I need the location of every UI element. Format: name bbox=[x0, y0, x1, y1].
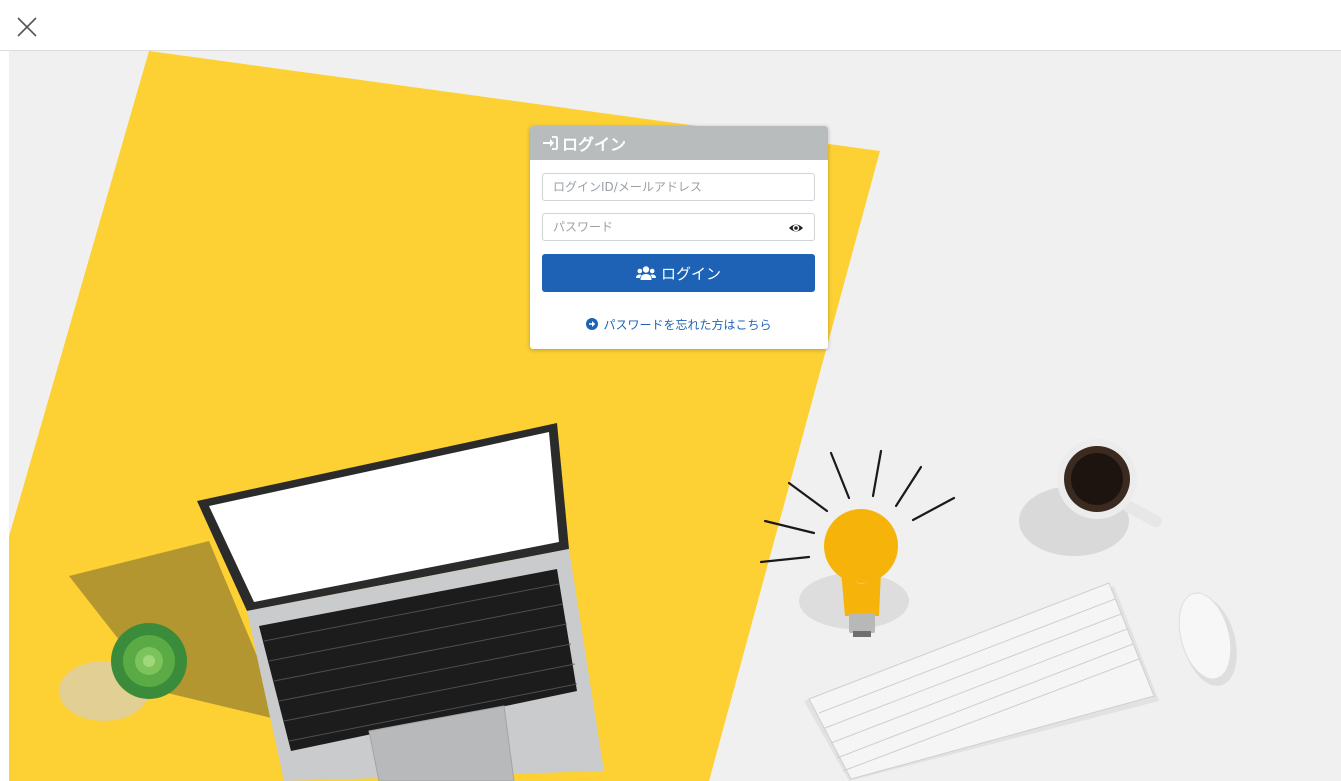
eye-icon[interactable] bbox=[788, 220, 804, 236]
login-button[interactable]: ログイン bbox=[542, 254, 815, 292]
password-input[interactable] bbox=[543, 214, 814, 240]
sign-in-icon bbox=[542, 135, 560, 151]
forgot-password-label: パスワードを忘れた方はこちら bbox=[603, 317, 772, 332]
login-id-field[interactable] bbox=[542, 173, 815, 201]
password-field[interactable] bbox=[542, 213, 815, 241]
mouse-illustration bbox=[1178, 592, 1237, 686]
login-title: ログイン bbox=[562, 135, 627, 154]
login-card: ログイン ログインID/メールアドレス ログイン パスワードを忘れた方はこちら bbox=[530, 126, 828, 349]
users-icon bbox=[635, 265, 656, 281]
login-header: ログイン bbox=[530, 126, 828, 160]
login-id-input[interactable] bbox=[543, 174, 814, 200]
forgot-password-link[interactable]: パスワードを忘れた方はこちら bbox=[530, 315, 828, 333]
login-button-label: ログイン bbox=[660, 264, 721, 283]
close-button[interactable] bbox=[14, 14, 40, 40]
top-bar bbox=[0, 0, 1341, 51]
close-icon bbox=[17, 17, 37, 37]
coffee-cup-illustration bbox=[1019, 439, 1162, 556]
arrow-circle-right-icon bbox=[586, 318, 599, 330]
background-stage: ログイン ログインID/メールアドレス ログイン パスワードを忘れた方はこちら bbox=[9, 51, 1341, 781]
